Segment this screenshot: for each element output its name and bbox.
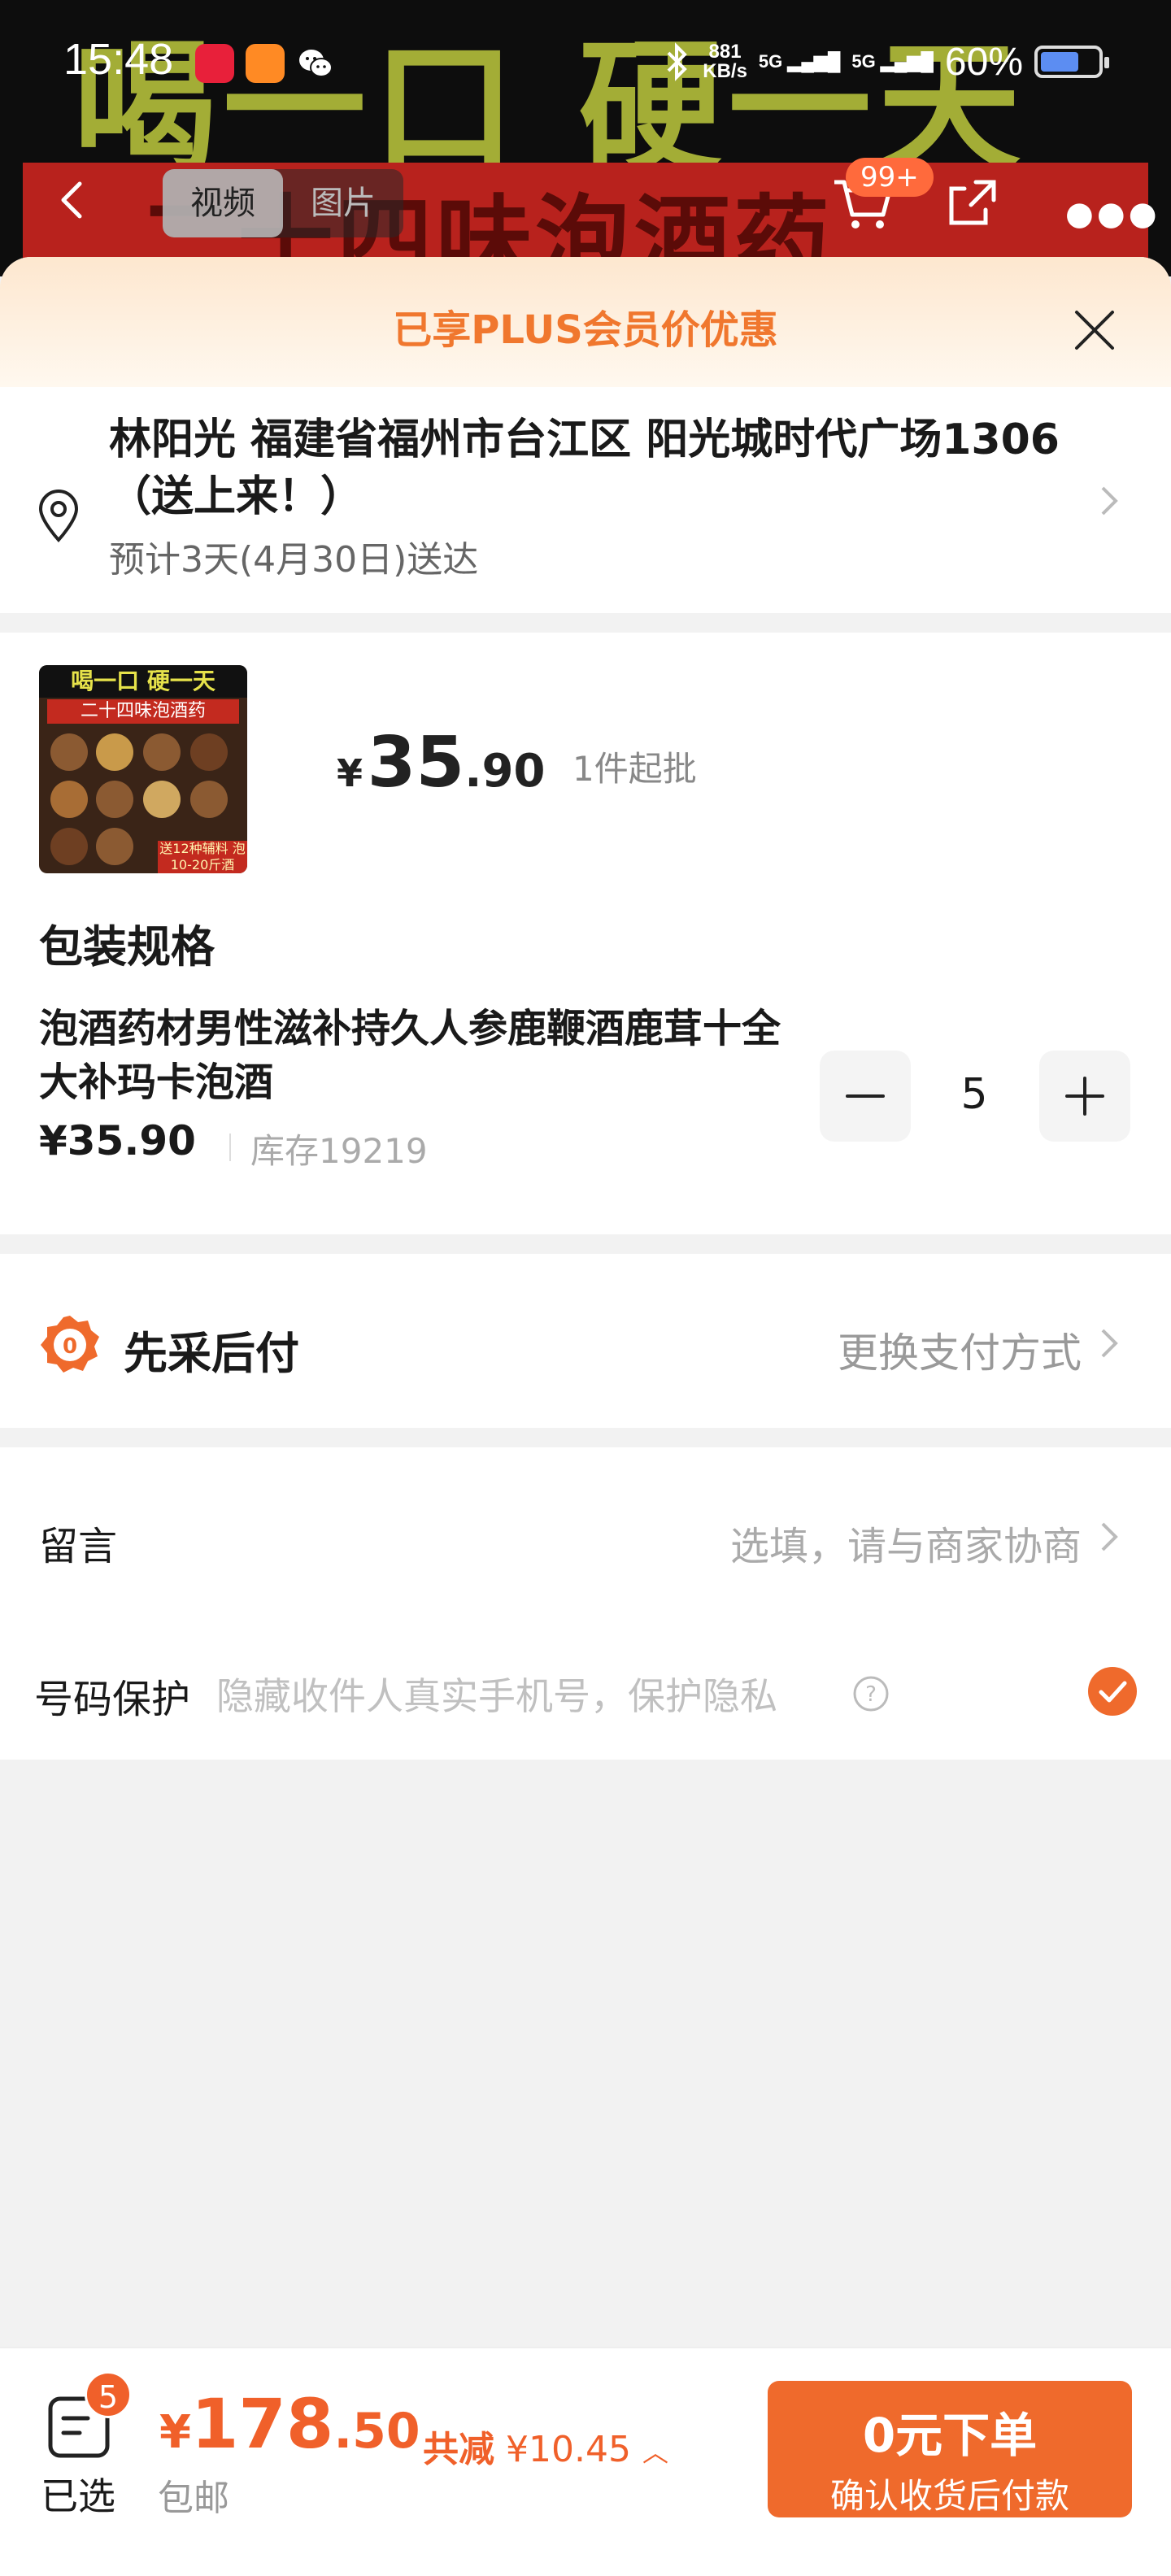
battery-percent: 60% xyxy=(944,40,1023,84)
order-sheet: 已享PLUS会员价优惠 林阳光 福建省福州市台江区 阳光城时代广场1306（送上… xyxy=(0,257,1171,2576)
pay-later-badge-icon: 0 xyxy=(41,1316,99,1373)
privacy-label: 号码保护 xyxy=(34,1677,191,1722)
wechat-icon xyxy=(296,44,335,83)
status-time: 15:48 xyxy=(63,35,174,84)
unit-price: ¥ 35.90 xyxy=(337,722,546,803)
network-status: 881 KB/s 5G ▂▄▆█ 5G ▂▄▆█ 60% xyxy=(664,37,1109,86)
spec-section-title: 包装规格 xyxy=(39,921,215,973)
sku-name: 泡酒药材男性滋补持久人参鹿鞭酒鹿茸十全大补玛卡泡酒 xyxy=(39,1006,781,1105)
change-payment-link[interactable]: 更换支付方式 xyxy=(838,1321,1082,1379)
signal-1: 5G ▂▄▆█ xyxy=(758,51,841,72)
chevron-right-icon xyxy=(1101,1329,1118,1358)
sku-stock: 库存19219 xyxy=(250,1131,428,1171)
shipping-info: 包邮 xyxy=(158,2478,229,2519)
svg-text:0: 0 xyxy=(63,1334,77,1359)
plus-banner: 已享PLUS会员价优惠 xyxy=(0,257,1171,387)
discount-summary[interactable]: 共减 ¥10.45 ︿ xyxy=(423,2420,668,2472)
share-icon[interactable] xyxy=(943,174,1000,231)
quantity-increment-button[interactable] xyxy=(1039,1051,1130,1142)
net-speed: 881 KB/s xyxy=(703,41,747,82)
signal-bars-icon: ▂▄▆█ xyxy=(880,51,934,72)
product-card: 喝一口 硬一天 二十四味泡酒药 送12种辅料 泡10-20斤酒 ¥ 35.90 … xyxy=(0,633,1171,1234)
place-order-label: 0元下单 xyxy=(862,2408,1038,2463)
cart-badge: 99+ xyxy=(846,158,934,197)
message-input[interactable]: 选填，请与商家协商 xyxy=(730,1514,1082,1571)
question-help-icon[interactable]: ? xyxy=(851,1673,891,1714)
divider xyxy=(229,1134,231,1161)
privacy-hint: 隐藏收件人真实手机号，保护隐私 xyxy=(216,1674,777,1718)
total-price: ¥178.50 xyxy=(159,2384,420,2464)
signal-bars-icon: ▂▄▆█ xyxy=(787,51,841,72)
plus-banner-text: 已享PLUS会员价优惠 xyxy=(393,307,778,353)
tab-video[interactable]: 视频 xyxy=(163,169,283,237)
delivery-eta: 预计3天(4月30日)送达 xyxy=(109,539,479,581)
payment-card[interactable]: 0 先采后付 更换支付方式 xyxy=(0,1254,1171,1428)
xiaohongshu-app-icon xyxy=(195,44,234,83)
selected-label[interactable]: 已选 xyxy=(41,2467,115,2521)
address-card[interactable]: 林阳光 福建省福州市台江区 阳光城时代广场1306（送上来！） 预计3天(4月3… xyxy=(0,387,1171,613)
sku-price: ¥35.90 xyxy=(39,1117,196,1164)
quantity-decrement-button[interactable] xyxy=(820,1051,911,1142)
chevron-right-icon xyxy=(1101,1522,1118,1551)
signal-2: 5G ▂▄▆█ xyxy=(851,51,934,72)
minimum-order: 1件起批 xyxy=(572,749,697,789)
media-tabs: 视频 图片 xyxy=(163,169,403,237)
message-label: 留言 xyxy=(39,1524,118,1569)
minus-icon xyxy=(846,1094,885,1098)
privacy-checkbox-checked-icon[interactable] xyxy=(1086,1665,1138,1717)
delivery-address: 林阳光 福建省福州市台江区 阳光城时代广场1306（送上来！） xyxy=(109,416,1060,521)
chevron-up-icon: ︿ xyxy=(642,2437,668,2468)
svg-text:?: ? xyxy=(865,1682,877,1707)
more-icon[interactable]: ●●● xyxy=(1065,195,1160,233)
payment-method-title: 先采后付 xyxy=(124,1328,299,1379)
checkout-bar: 5 已选 ¥178.50 共减 ¥10.45 ︿ 包邮 0元下单 确认收货后付款 xyxy=(0,2347,1171,2576)
back-arrow-icon[interactable] xyxy=(49,176,98,224)
status-bar: 15:48 881 KB/s 5G ▂▄▆█ 5G ▂▄▆█ 60% xyxy=(0,0,1171,130)
message-card: 留言 选填，请与商家协商 号码保护 隐藏收件人真实手机号，保护隐私 ? xyxy=(0,1447,1171,1760)
quantity-value[interactable]: 5 xyxy=(925,1070,1023,1119)
close-icon[interactable] xyxy=(1069,304,1121,356)
top-nav: 视频 图片 99+ ●●● xyxy=(0,158,1171,244)
chevron-right-icon xyxy=(1101,486,1118,516)
taobao-app-icon xyxy=(246,44,285,83)
product-thumbnail[interactable]: 喝一口 硬一天 二十四味泡酒药 送12种辅料 泡10-20斤酒 xyxy=(39,665,247,873)
selected-count-badge: 5 xyxy=(85,2371,132,2418)
location-pin-icon xyxy=(38,490,79,542)
plus-icon xyxy=(1065,1077,1104,1116)
battery-icon xyxy=(1034,46,1109,78)
tab-images[interactable]: 图片 xyxy=(283,169,403,237)
bluetooth-icon xyxy=(667,42,688,81)
place-order-subtitle: 确认收货后付款 xyxy=(829,2476,1069,2516)
place-order-button[interactable]: 0元下单 确认收货后付款 xyxy=(768,2381,1132,2517)
